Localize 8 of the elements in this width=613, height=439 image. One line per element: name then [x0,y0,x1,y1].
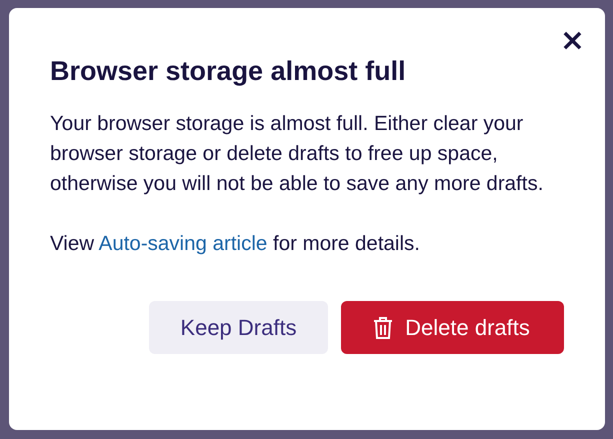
dialog-title: Browser storage almost full [50,56,407,87]
dialog-message: Your browser storage is almost full. Either clear your browser storage or delete drafts to free up space, otherwise you will not be able to save any more drafts. [50,111,544,197]
auto-saving-link[interactable]: Auto-saving article [98,232,268,255]
details-text: View Auto-saving article for more details. [50,231,421,257]
close-button[interactable]: × [554,24,591,58]
keep-drafts-button[interactable]: Keep Drafts [149,301,328,354]
trash-icon [373,316,394,340]
delete-drafts-button[interactable]: Delete drafts [341,301,564,354]
